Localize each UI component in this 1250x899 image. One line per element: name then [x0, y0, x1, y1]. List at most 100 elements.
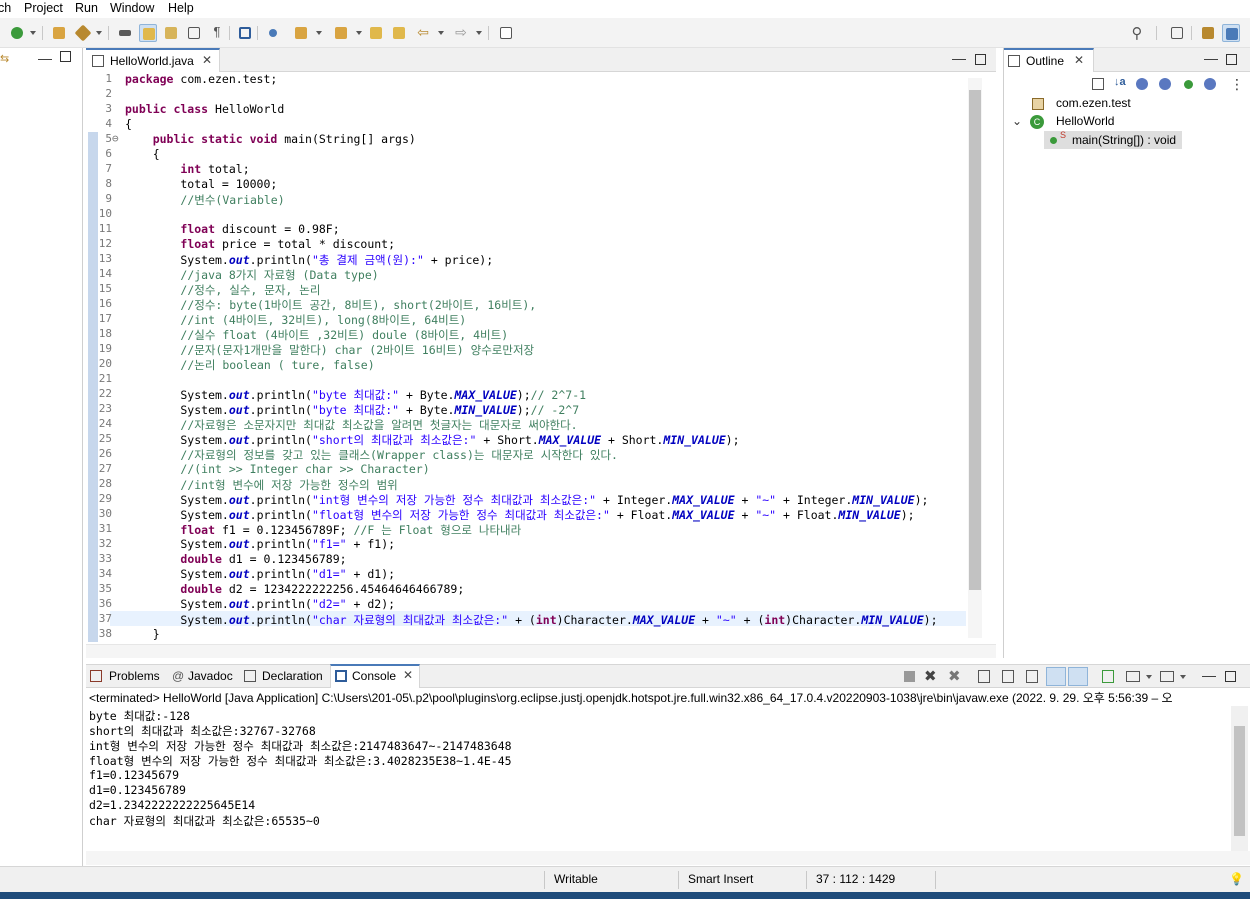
pin-console-icon[interactable] — [1102, 670, 1114, 683]
show-on-stderr-icon[interactable] — [1068, 667, 1088, 686]
previous-annotation-icon[interactable] — [332, 24, 350, 42]
toolbar-separator — [108, 26, 109, 40]
code-token: int — [180, 162, 202, 176]
insert-mode-status[interactable]: Smart Insert — [688, 872, 753, 886]
close-icon[interactable]: ✕ — [202, 53, 212, 67]
display-console-icon[interactable] — [1126, 671, 1140, 682]
java-file-icon — [92, 55, 104, 67]
next-annotation-dropdown-icon[interactable] — [316, 31, 322, 35]
close-icon[interactable]: ✕ — [403, 668, 413, 682]
remove-launch-icon[interactable]: ✖ — [924, 667, 937, 685]
view-menu-icon[interactable]: ⋮ — [1230, 76, 1244, 93]
scroll-lock-icon[interactable] — [1002, 670, 1014, 683]
outline-package[interactable]: com.ezen.test — [1056, 96, 1131, 110]
hide-local-types-icon[interactable] — [1204, 78, 1216, 90]
close-icon[interactable]: ✕ — [1074, 53, 1084, 67]
line-number: 15 — [98, 282, 112, 295]
build-dropdown-icon[interactable] — [96, 31, 102, 35]
line-number: 31 — [98, 522, 112, 535]
tab-console[interactable]: Console ✕ — [330, 664, 420, 688]
code-token: MAX_VALUE — [538, 433, 602, 447]
code-token: out — [228, 537, 250, 551]
run-icon[interactable] — [8, 24, 26, 42]
forward-icon[interactable]: ⇨ — [452, 24, 470, 42]
editor-vertical-scrollbar[interactable] — [968, 78, 982, 638]
link-editor-icon[interactable]: ⇆ — [0, 52, 9, 65]
java-perspective-icon[interactable] — [1222, 24, 1240, 42]
skip-breakpoints-icon[interactable] — [264, 24, 282, 42]
pin-editor-icon[interactable] — [497, 24, 515, 42]
forward-edit-icon[interactable] — [390, 24, 408, 42]
status-separator — [806, 871, 807, 889]
hide-fields-icon[interactable] — [1136, 78, 1148, 90]
previous-annotation-dropdown-icon[interactable] — [356, 31, 362, 35]
mark-occurrences-icon[interactable] — [116, 24, 134, 42]
open-type-icon[interactable] — [50, 24, 68, 42]
remove-all-icon[interactable]: ✖ — [948, 667, 961, 685]
maximize-icon[interactable] — [1226, 54, 1237, 65]
hide-static-icon[interactable] — [1159, 78, 1171, 90]
open-console-icon[interactable] — [1160, 671, 1174, 682]
highlight-icon[interactable] — [139, 24, 157, 42]
console-icon[interactable] — [236, 24, 254, 42]
tip-icon[interactable]: 💡 — [1229, 872, 1244, 886]
cursor-position[interactable]: 37 : 112 : 1429 — [816, 872, 895, 886]
scrollbar-thumb[interactable] — [969, 90, 981, 590]
code-token: total; — [201, 162, 250, 176]
menu-help[interactable]: Help — [168, 1, 194, 15]
forward-dropdown-icon[interactable] — [476, 31, 482, 35]
console-process-label: <terminated> HelloWorld [Java Applicatio… — [86, 688, 1250, 706]
fold-collapse-icon[interactable]: ⊖ — [112, 132, 122, 145]
code-token: public static void — [152, 132, 278, 146]
tab-declaration[interactable]: Declaration — [242, 665, 328, 688]
sort-icon[interactable]: ↓a — [1114, 76, 1126, 88]
code-line: //논리 boolean ( ture, false) — [125, 357, 374, 373]
minimize-icon[interactable]: — — [952, 50, 966, 66]
show-on-stdout-icon[interactable] — [1046, 667, 1066, 686]
run-dropdown-icon[interactable] — [30, 31, 36, 35]
tab-problems[interactable]: Problems — [86, 665, 166, 688]
next-annotation-icon[interactable] — [292, 24, 310, 42]
open-perspective-icon[interactable] — [1168, 24, 1186, 42]
menu-window[interactable]: Window — [110, 1, 154, 15]
clear-console-icon[interactable] — [978, 670, 990, 683]
code-token: float — [180, 237, 216, 251]
back-dropdown-icon[interactable] — [438, 31, 444, 35]
annotation-icon[interactable] — [162, 24, 180, 42]
hide-nonpublic-icon[interactable] — [1184, 80, 1193, 89]
tab-javadoc[interactable]: @ Javadoc — [170, 665, 240, 688]
toggle-pilcrow-icon[interactable]: ¶ — [208, 24, 226, 42]
minimize-icon[interactable]: — — [38, 50, 52, 66]
console-horizontal-scrollbar[interactable] — [86, 851, 1250, 865]
code-token: System. — [125, 597, 229, 611]
maximize-icon[interactable] — [60, 51, 71, 62]
open-console-dropdown-icon[interactable] — [1180, 675, 1186, 679]
outline-method[interactable]: main(String[]) : void — [1072, 133, 1176, 147]
menu-search[interactable]: ch — [0, 1, 11, 15]
menu-project[interactable]: Project — [24, 1, 63, 15]
last-edit-icon[interactable] — [367, 24, 385, 42]
outline-class[interactable]: HelloWorld — [1056, 114, 1114, 128]
display-console-dropdown-icon[interactable] — [1146, 675, 1152, 679]
minimize-icon[interactable]: — — [1202, 667, 1216, 683]
console-output[interactable]: byte 최대값:-128 short의 최대값과 최소값은:32767-3276… — [86, 706, 1250, 851]
block-selection-icon[interactable] — [185, 24, 203, 42]
minimize-icon[interactable]: — — [1204, 50, 1218, 66]
maximize-icon[interactable] — [1225, 671, 1236, 682]
maximize-icon[interactable] — [975, 54, 986, 65]
search-icon[interactable]: ⚲ — [1128, 24, 1146, 42]
chevron-down-icon[interactable]: ⌄ — [1012, 114, 1022, 128]
debug-perspective-icon[interactable] — [1199, 24, 1217, 42]
terminate-icon[interactable] — [904, 671, 915, 682]
console-vertical-scrollbar[interactable] — [1231, 706, 1248, 851]
editor-horizontal-scrollbar[interactable] — [86, 644, 996, 658]
code-editor[interactable]: 1 package com.ezen.test; 2 3 public class He… — [86, 72, 996, 644]
collapse-all-icon[interactable] — [1092, 78, 1104, 90]
back-icon[interactable]: ⇦ — [414, 24, 432, 42]
build-icon[interactable] — [74, 24, 92, 42]
menu-run[interactable]: Run — [75, 1, 98, 15]
tab-helloworld-java[interactable]: HelloWorld.java ✕ — [86, 48, 220, 72]
scrollbar-thumb[interactable] — [1234, 726, 1245, 836]
word-wrap-icon[interactable] — [1026, 670, 1038, 683]
tab-outline[interactable]: Outline ✕ — [1004, 48, 1094, 72]
